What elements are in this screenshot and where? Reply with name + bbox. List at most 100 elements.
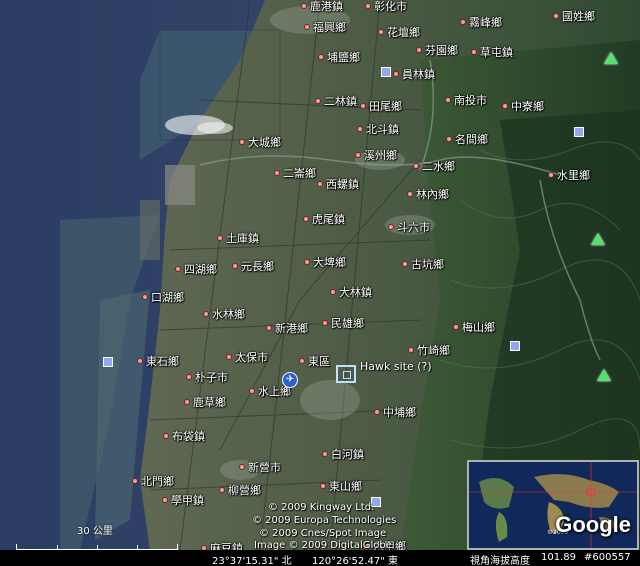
place-dot-icon xyxy=(553,13,559,19)
poi-marker[interactable] xyxy=(381,67,391,77)
place-dot-icon xyxy=(219,487,225,493)
place-marker-fuxing[interactable]: 福興鄉 xyxy=(304,19,346,35)
place-marker-mingjian[interactable]: 名間鄉 xyxy=(446,131,488,147)
place-marker-tuku[interactable]: 土庫鎮 xyxy=(217,230,259,246)
place-marker-kouhu[interactable]: 口湖鄉 xyxy=(142,289,184,305)
place-label: 太保市 xyxy=(235,351,268,364)
place-marker-dongqu[interactable]: 東區 xyxy=(299,353,330,369)
place-dot-icon xyxy=(413,163,419,169)
place-marker-dacheng[interactable]: 大城鄉 xyxy=(239,134,281,150)
place-marker-caotun[interactable]: 草屯鎮 xyxy=(471,44,513,60)
google-logo: Google xyxy=(555,512,631,537)
place-marker-shuilin[interactable]: 水林鄉 xyxy=(203,306,245,322)
place-dot-icon xyxy=(217,235,223,241)
place-marker-dalin[interactable]: 大林鎮 xyxy=(330,284,372,300)
place-dot-icon xyxy=(301,3,307,9)
place-label: 學甲鎮 xyxy=(171,494,204,507)
place-marker-tianwei[interactable]: 田尾鄉 xyxy=(360,98,402,114)
poi-marker[interactable] xyxy=(103,357,113,367)
place-marker-budai[interactable]: 布袋鎮 xyxy=(163,428,205,444)
place-marker-nantou[interactable]: 南投市 xyxy=(445,92,487,108)
place-marker-xiluo[interactable]: 西螺鎮 xyxy=(317,176,359,192)
satellite-map[interactable]: 鹿港鎮 彰化市 霧峰鄉 國姓鄉 福興鄉 花壇鄉 芬園鄉 草屯鎮 埔鹽鄉 員林鎮 二林鎮 田尾鄉 南投市中… xyxy=(0,0,640,566)
place-dot-icon xyxy=(315,98,321,104)
mountain-peak-icon[interactable] xyxy=(604,52,618,64)
poi-marker[interactable] xyxy=(510,341,520,351)
place-marker-beimen[interactable]: 北門鄉 xyxy=(132,473,174,489)
place-marker-linnei[interactable]: 林內鄉 xyxy=(407,186,449,202)
mountain-peak-icon[interactable] xyxy=(591,233,605,245)
place-dot-icon xyxy=(330,289,336,295)
place-label: 東石鄉 xyxy=(146,355,179,368)
place-dot-icon xyxy=(446,136,452,142)
hawk-site-label[interactable]: Hawk site (?) xyxy=(360,360,432,373)
place-marker-beidou[interactable]: 北斗鎮 xyxy=(357,121,399,137)
place-marker-huwei[interactable]: 虎尾鎮 xyxy=(303,211,345,227)
place-label: 福興鄉 xyxy=(313,21,346,34)
place-dot-icon xyxy=(239,464,245,470)
place-marker-douliu[interactable]: 斗六市 xyxy=(388,219,430,235)
place-dot-icon xyxy=(239,139,245,145)
place-marker-xinying[interactable]: 新營市 xyxy=(239,459,281,475)
place-label: 鹿草鄉 xyxy=(193,396,226,409)
place-dot-icon xyxy=(408,347,414,353)
place-label: 朴子市 xyxy=(195,371,228,384)
place-label: 東區 xyxy=(308,355,330,368)
place-label: 田尾鄉 xyxy=(369,100,402,113)
place-dot-icon xyxy=(374,409,380,415)
place-marker-gukeng[interactable]: 古坑鄉 xyxy=(402,256,444,272)
scale-label: 30 公里 xyxy=(77,526,113,537)
place-marker-guoxing[interactable]: 國姓鄉 xyxy=(553,8,595,24)
place-marker-minxiong[interactable]: 民雄鄉 xyxy=(322,315,364,331)
place-label: 大林鎮 xyxy=(339,286,372,299)
place-marker-dongshan[interactable]: 東山鄉 xyxy=(320,478,362,494)
place-dot-icon xyxy=(445,97,451,103)
overview-minimap[interactable]: ©2009 Google xyxy=(467,460,639,550)
poi-marker[interactable] xyxy=(574,127,584,137)
latitude-readout: 23°37'15.31" 北 xyxy=(212,556,292,566)
place-marker-dongshi[interactable]: 東石鄉 xyxy=(137,353,179,369)
place-label: 霧峰鄉 xyxy=(469,16,502,29)
place-marker-puyan[interactable]: 埔鹽鄉 xyxy=(318,49,360,65)
hawk-site-marker[interactable] xyxy=(336,365,356,383)
place-marker-changhua[interactable]: 彰化市 xyxy=(365,0,407,14)
place-marker-xingang[interactable]: 新港鄉 xyxy=(266,320,308,336)
place-marker-xizhou[interactable]: 溪州鄉 xyxy=(355,147,397,163)
place-marker-xuejia[interactable]: 學甲鎮 xyxy=(162,492,204,508)
place-marker-meishan[interactable]: 梅山鄉 xyxy=(453,319,495,335)
place-dot-icon xyxy=(378,29,384,35)
place-marker-zhuqi[interactable]: 竹崎鄉 xyxy=(408,342,450,358)
place-marker-dapi[interactable]: 大埤鄉 xyxy=(304,254,346,270)
place-label: 中埔鄉 xyxy=(383,406,416,419)
place-marker-taibao[interactable]: 太保市 xyxy=(226,349,268,365)
place-label: 草屯鎮 xyxy=(480,46,513,59)
place-marker-lucao[interactable]: 鹿草鄉 xyxy=(184,394,226,410)
place-marker-zhongpu[interactable]: 中埔鄉 xyxy=(374,404,416,420)
place-marker-yuanlin[interactable]: 員林鎮 xyxy=(393,66,435,82)
mountain-peak-icon[interactable] xyxy=(597,369,611,381)
place-marker-huatan[interactable]: 花壇鄉 xyxy=(378,24,420,40)
place-marker-lugang[interactable]: 鹿港鎮 xyxy=(301,0,343,14)
place-label: 虎尾鎮 xyxy=(312,213,345,226)
place-marker-zhongliao[interactable]: 中寮鄉 xyxy=(502,98,544,114)
place-marker-erlun[interactable]: 二崙鄉 xyxy=(274,165,316,181)
place-dot-icon xyxy=(162,497,168,503)
place-marker-baihe[interactable]: 白河鎮 xyxy=(322,446,364,462)
place-label: 員林鎮 xyxy=(402,68,435,81)
place-marker-sihu[interactable]: 四湖鄉 xyxy=(175,261,217,277)
place-dot-icon xyxy=(502,103,508,109)
place-marker-shuili[interactable]: 水里鄉 xyxy=(548,167,590,183)
airplane-icon[interactable]: ✈ xyxy=(282,372,298,388)
place-marker-fenyuan[interactable]: 芬園鄉 xyxy=(416,42,458,58)
place-marker-wufeng[interactable]: 霧峰鄉 xyxy=(460,14,502,30)
place-marker-yuanchang[interactable]: 元長鄉 xyxy=(232,258,274,274)
place-dot-icon xyxy=(402,261,408,267)
place-dot-icon xyxy=(416,47,422,53)
place-marker-erlin[interactable]: 二林鎮 xyxy=(315,93,357,109)
copyright-line: © 2009 Europa Technologies xyxy=(252,515,397,526)
place-marker-liuying[interactable]: 柳營鄉 xyxy=(219,482,261,498)
place-marker-ershui[interactable]: 二水鄉 xyxy=(413,158,455,174)
place-dot-icon xyxy=(137,358,143,364)
place-label: 大埤鄉 xyxy=(313,256,346,269)
place-marker-puzi[interactable]: 朴子市 xyxy=(186,369,228,385)
